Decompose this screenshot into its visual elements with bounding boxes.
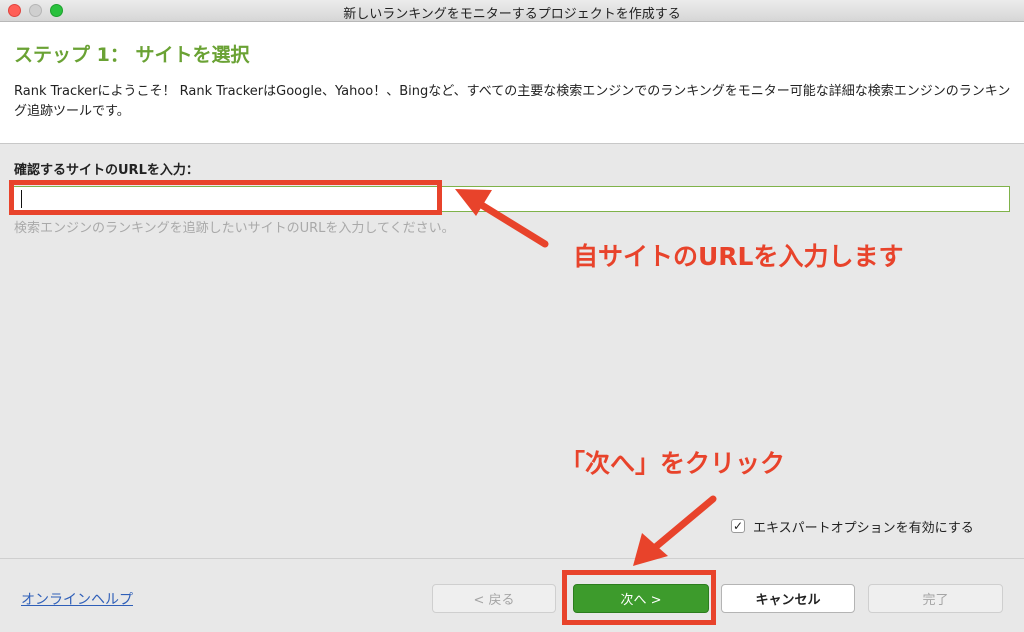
next-arrow-icon bbox=[633, 495, 717, 566]
annotation-arrows bbox=[455, 189, 717, 566]
wizard-window: 新しいランキングをモニターするプロジェクトを作成する ステップ 1： サイトを選… bbox=[0, 0, 1024, 632]
url-arrow-icon bbox=[455, 189, 549, 248]
